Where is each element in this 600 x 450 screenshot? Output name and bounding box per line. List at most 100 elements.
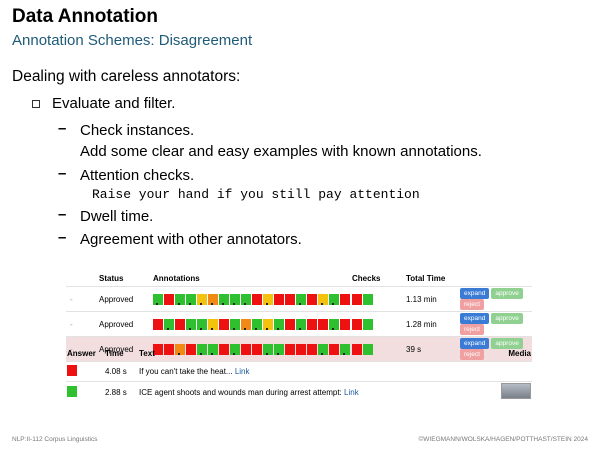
header-actions xyxy=(459,270,532,287)
status-cell: Approved xyxy=(98,311,152,337)
annotation-cell xyxy=(219,318,229,330)
answer-link[interactable]: Link xyxy=(344,388,359,397)
actions-cell: expand approve reject xyxy=(459,311,532,337)
footer-course: NLP:II-112 Corpus Linguistics xyxy=(12,436,98,443)
annotation-cell xyxy=(307,318,317,330)
text-cell: ICE agent shoots and wounds man during a… xyxy=(138,381,496,402)
table-header-row: Answer Time Text Media xyxy=(66,345,532,362)
header-checks: Checks xyxy=(352,273,381,283)
expand-button[interactable]: expand xyxy=(460,288,490,299)
annotation-cell xyxy=(241,293,251,305)
header-status: Status xyxy=(99,273,124,283)
time-cell: 2.88 s xyxy=(104,381,138,402)
status-cell: Approved xyxy=(98,286,152,312)
annotation-mark xyxy=(299,302,301,305)
annotation-mark xyxy=(200,327,202,330)
row-marker: - xyxy=(66,311,98,337)
check-cell xyxy=(352,318,362,330)
annotation-cell xyxy=(164,293,174,305)
media-thumbnail[interactable] xyxy=(501,383,531,399)
table-row[interactable]: - Approved 1.13 min expand approve reject xyxy=(66,286,532,312)
annotation-mark xyxy=(222,302,224,305)
annotation-mark xyxy=(200,302,202,305)
total-time-cell: 1.28 min xyxy=(405,311,459,337)
annotation-mark xyxy=(299,327,301,330)
slide-subtitle: Annotation Schemes: Disagreement xyxy=(12,32,253,49)
annotation-mark xyxy=(277,327,279,330)
reject-button[interactable]: reject xyxy=(460,299,484,310)
answer-swatch xyxy=(67,385,77,397)
annotation-cell xyxy=(263,293,273,305)
total-time-cell: 1.13 min xyxy=(405,286,459,312)
dash-icon: – xyxy=(58,229,67,246)
approve-button[interactable]: approve xyxy=(491,313,523,324)
footer-copyright: ©WIEGMANN/WOLSKA/HAGEN/POTTHAST/STEIN 20… xyxy=(418,436,589,443)
answer-cell xyxy=(66,381,104,402)
text-cell: If you can't take the heat... Link xyxy=(138,361,496,382)
annotation-strip xyxy=(153,318,350,330)
annotation-cell xyxy=(164,318,174,330)
header-total-time: Total Time xyxy=(406,273,446,283)
header-time: Time xyxy=(105,348,124,358)
square-bullet-icon xyxy=(32,99,40,108)
table-row[interactable]: 2.88 s ICE agent shoots and wounds man du… xyxy=(66,381,532,402)
item-text-2: Add some clear and easy examples with kn… xyxy=(80,143,482,160)
header-annotations: Annotations xyxy=(153,273,200,283)
annotation-cell xyxy=(230,318,240,330)
annotation-cell xyxy=(340,293,350,305)
annotation-mark xyxy=(189,327,191,330)
answer-text: If you can't take the heat... xyxy=(139,367,233,376)
dash-icon: – xyxy=(58,206,67,223)
annotation-mark xyxy=(266,327,268,330)
attention-check-example: Raise your hand if you still pay attenti… xyxy=(92,187,420,202)
dash-icon: – xyxy=(58,120,67,137)
item-text: Check instances. xyxy=(80,122,195,139)
item-text: Agreement with other annotators. xyxy=(80,231,302,248)
annotations-cell xyxy=(152,286,351,312)
bullet-text: Evaluate and filter. xyxy=(52,95,176,112)
answer-link[interactable]: Link xyxy=(235,367,250,376)
checks-cell xyxy=(351,311,405,337)
check-cell xyxy=(363,318,373,330)
time-cell: 4.08 s xyxy=(104,361,138,382)
answers-table: Answer Time Text Media 4.08 s If you can'… xyxy=(66,345,532,402)
annotation-cell xyxy=(285,318,295,330)
annotation-cell xyxy=(329,293,339,305)
check-cell xyxy=(363,293,373,305)
checks-cell xyxy=(351,286,405,312)
annotation-mark xyxy=(332,302,334,305)
actions-cell: expand approve reject xyxy=(459,286,532,312)
table-row[interactable]: - Approved 1.28 min expand approve reject xyxy=(66,311,532,337)
table-row[interactable]: 4.08 s If you can't take the heat... Link xyxy=(66,361,532,382)
expand-button[interactable]: expand xyxy=(460,313,490,324)
item-agreement: – Agreement with other annotators. xyxy=(58,229,302,250)
item-text: Dwell time. xyxy=(80,208,154,225)
annotation-mark xyxy=(167,327,169,330)
annotation-cell xyxy=(274,293,284,305)
checks-strip xyxy=(352,318,404,330)
checks-strip xyxy=(352,293,404,305)
annotation-mark xyxy=(332,327,334,330)
annotation-mark xyxy=(211,302,213,305)
annotation-cell xyxy=(153,293,163,305)
annotation-cell xyxy=(197,293,207,305)
header-media: Media xyxy=(508,348,531,358)
item-text: Attention checks. xyxy=(80,167,195,184)
item-dwell-time: – Dwell time. xyxy=(58,206,153,227)
annotation-cell xyxy=(186,293,196,305)
reject-button[interactable]: reject xyxy=(460,324,484,335)
annotation-mark xyxy=(266,302,268,305)
header-text: Text xyxy=(139,348,155,358)
annotation-cell xyxy=(296,318,306,330)
annotation-cell xyxy=(340,318,350,330)
annotation-mark xyxy=(189,302,191,305)
annotation-cell xyxy=(252,318,262,330)
slide-title: Data Annotation xyxy=(12,6,159,27)
annotation-cell xyxy=(307,293,317,305)
item-attention-checks: – Attention checks. Raise your hand if y… xyxy=(58,165,420,204)
annotation-cell xyxy=(186,318,196,330)
annotation-mark xyxy=(178,302,180,305)
annotation-cell xyxy=(263,318,273,330)
annotation-cell xyxy=(318,318,328,330)
approve-button[interactable]: approve xyxy=(491,288,523,299)
